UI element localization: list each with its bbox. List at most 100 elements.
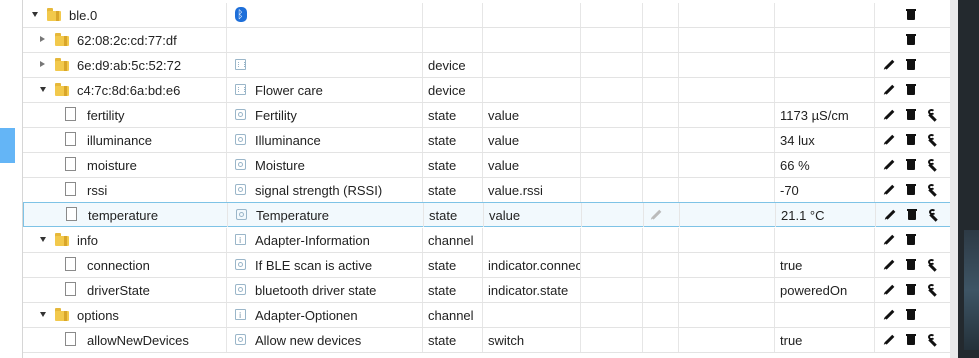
pencil-icon[interactable] <box>883 234 895 246</box>
info-icon <box>235 228 246 252</box>
object-label: Adapter-Information <box>255 233 370 248</box>
state-icon <box>235 109 246 120</box>
trash-icon[interactable] <box>905 334 917 346</box>
object-value[interactable]: poweredOn <box>775 278 875 302</box>
pencil-icon[interactable] <box>884 209 896 221</box>
pencil-icon[interactable] <box>883 59 895 71</box>
folder-icon <box>55 58 69 71</box>
file-icon <box>66 207 77 221</box>
device-icon <box>235 84 246 95</box>
left-panel <box>0 0 22 358</box>
wrench-icon[interactable] <box>928 209 940 222</box>
file-icon <box>65 282 76 296</box>
trash-icon[interactable] <box>905 159 917 171</box>
expand-arrow-icon[interactable] <box>32 12 38 17</box>
pencil-icon[interactable] <box>883 184 895 196</box>
trash-icon[interactable] <box>905 309 917 321</box>
object-id: illuminance <box>87 133 153 148</box>
object-id: temperature <box>88 208 159 223</box>
tree-row-driverstate[interactable]: driverState bluetooth driver state state… <box>23 278 951 303</box>
wrench-icon[interactable] <box>927 109 939 122</box>
pencil-icon[interactable] <box>883 309 895 321</box>
trash-icon[interactable] <box>905 184 917 196</box>
object-value[interactable]: -70 <box>775 178 875 202</box>
trash-icon[interactable] <box>905 284 917 296</box>
object-label: Fertility <box>255 108 297 123</box>
object-type: device <box>423 53 483 77</box>
tree-row-fertility[interactable]: fertility Fertility state value 1173 µS/… <box>23 103 951 128</box>
wrench-icon[interactable] <box>927 334 939 347</box>
object-type: state <box>423 253 483 277</box>
object-type: state <box>423 103 483 127</box>
object-role: value <box>483 128 581 152</box>
collapse-arrow-icon[interactable] <box>40 61 45 67</box>
object-label: If BLE scan is active <box>255 258 373 273</box>
tree-row-62-08[interactable]: 62:08:2c:cd:77:df <box>23 28 951 53</box>
wrench-icon[interactable] <box>927 184 939 197</box>
state-icon <box>235 184 246 195</box>
trash-icon[interactable] <box>905 34 917 46</box>
pencil-icon[interactable] <box>883 134 895 146</box>
object-label: Flower care <box>255 83 323 98</box>
trash-icon[interactable] <box>905 9 917 21</box>
device-icon <box>235 59 246 70</box>
state-icon <box>235 159 246 170</box>
panel-resize-tab[interactable] <box>0 128 15 163</box>
trash-icon[interactable] <box>905 134 917 146</box>
file-icon <box>65 332 76 346</box>
wrench-icon[interactable] <box>927 259 939 272</box>
object-value[interactable]: true <box>775 328 875 352</box>
object-type: state <box>423 153 483 177</box>
tree-row-c4-7c[interactable]: c4:7c:8d:6a:bd:e6 Flower care device <box>23 78 951 103</box>
object-id: options <box>77 308 119 323</box>
expand-arrow-icon[interactable] <box>40 312 46 317</box>
wrench-icon[interactable] <box>927 159 939 172</box>
trash-icon[interactable] <box>906 209 918 221</box>
tree-row-illuminance[interactable]: illuminance Illuminance state value 34 l… <box>23 128 951 153</box>
tree-row-temperature[interactable]: temperature Temperature state value 21.1… <box>23 202 951 227</box>
tree-row-moisture[interactable]: moisture Moisture state value 66 % <box>23 153 951 178</box>
wrench-icon[interactable] <box>927 284 939 297</box>
pencil-icon[interactable] <box>883 84 895 96</box>
pencil-icon[interactable] <box>883 259 895 271</box>
trash-icon[interactable] <box>905 109 917 121</box>
collapse-arrow-icon[interactable] <box>40 36 45 42</box>
object-id: fertility <box>87 108 125 123</box>
trash-icon[interactable] <box>905 259 917 271</box>
info-icon <box>235 303 246 327</box>
pencil-icon[interactable] <box>883 334 895 346</box>
expand-arrow-icon[interactable] <box>40 87 46 92</box>
object-label: signal strength (RSSI) <box>255 183 383 198</box>
object-label: Illuminance <box>255 133 321 148</box>
scrollbar-track[interactable] <box>950 0 958 358</box>
object-value[interactable]: true <box>775 253 875 277</box>
pencil-icon[interactable] <box>883 109 895 121</box>
object-type: channel <box>423 228 483 252</box>
object-value[interactable]: 1173 µS/cm <box>775 103 875 127</box>
trash-icon[interactable] <box>905 59 917 71</box>
file-icon <box>65 157 76 171</box>
trash-icon[interactable] <box>905 84 917 96</box>
object-value[interactable]: 21.1 °C <box>776 203 876 227</box>
object-value[interactable]: 34 lux <box>775 128 875 152</box>
tree-row-options[interactable]: options Adapter-Optionen channel <box>23 303 951 328</box>
expand-arrow-icon[interactable] <box>40 237 46 242</box>
object-value[interactable]: 66 % <box>775 153 875 177</box>
folder-icon <box>55 308 69 321</box>
file-icon <box>65 182 76 196</box>
pencil-icon[interactable] <box>883 159 895 171</box>
tree-row-info[interactable]: info Adapter-Information channel <box>23 228 951 253</box>
wrench-icon[interactable] <box>927 134 939 147</box>
file-icon <box>65 107 76 121</box>
edit-cell-pencil-icon[interactable] <box>650 209 662 221</box>
tree-row-allownewdevices[interactable]: allowNewDevices Allow new devices state … <box>23 328 951 353</box>
tree-row-6e-d9[interactable]: 6e:d9:ab:5c:52:72 device <box>23 53 951 78</box>
object-role: switch <box>483 328 581 352</box>
object-id: 6e:d9:ab:5c:52:72 <box>77 58 182 73</box>
tree-row-connection[interactable]: connection If BLE scan is active state i… <box>23 253 951 278</box>
pencil-icon[interactable] <box>883 284 895 296</box>
state-icon <box>235 284 246 295</box>
trash-icon[interactable] <box>905 234 917 246</box>
tree-row-ble-0[interactable]: ble.0 <box>23 3 951 28</box>
tree-row-rssi[interactable]: rssi signal strength (RSSI) state value.… <box>23 178 951 203</box>
